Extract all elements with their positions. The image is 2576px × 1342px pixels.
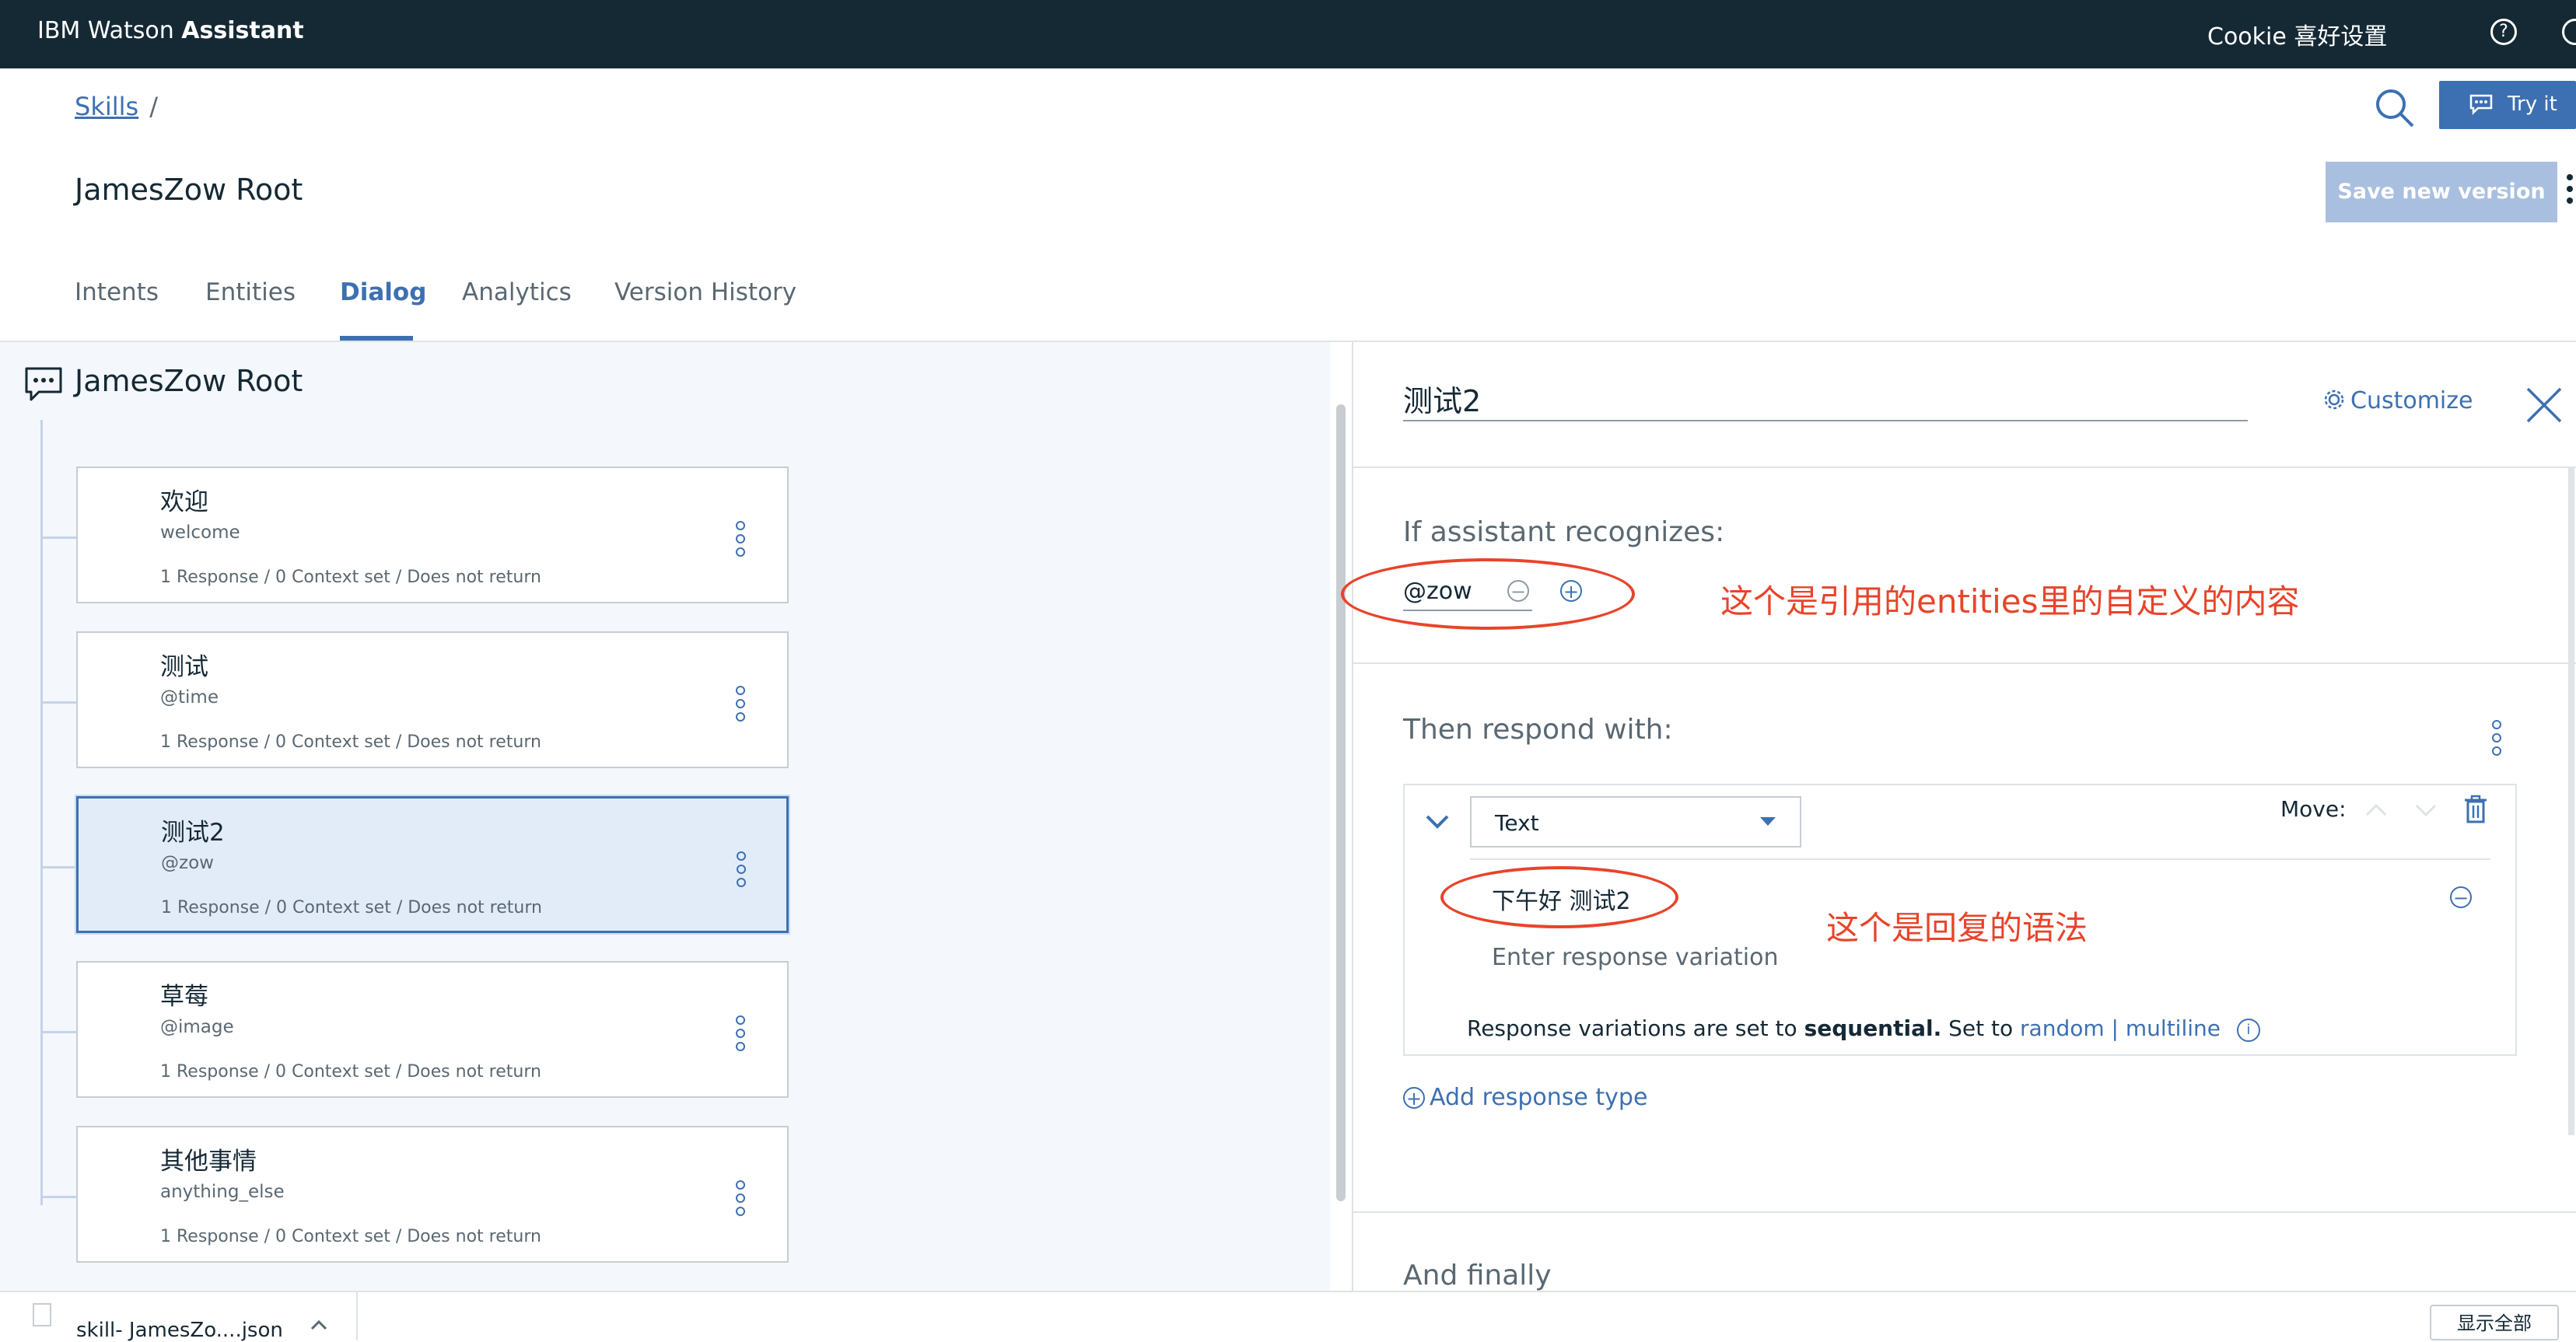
node-condition: @time — [160, 687, 219, 708]
add-circle-icon: + — [1403, 1087, 1425, 1109]
breadcrumb: Skills / — [75, 92, 158, 121]
dialog-node[interactable]: 其他事情 anything_else 1 Response / 0 Contex… — [76, 1126, 789, 1263]
file-icon — [33, 1303, 51, 1326]
node-summary: 1 Response / 0 Context set / Does not re… — [160, 1062, 541, 1082]
search-icon[interactable] — [2374, 87, 2416, 129]
header-overflow-menu[interactable] — [2567, 174, 2573, 209]
customize-link[interactable]: Customize — [2322, 387, 2473, 414]
tree-branch — [42, 1031, 76, 1033]
section-divider — [1353, 467, 2576, 468]
top-bar: IBM Watson Assistant Cookie 喜好设置 ? — [0, 0, 2576, 68]
question-circle-icon[interactable]: ? — [2490, 19, 2517, 45]
random-link[interactable]: random — [2020, 1015, 2105, 1041]
node-overflow-menu[interactable] — [736, 1180, 745, 1220]
dialog-node[interactable]: 草莓 @image 1 Response / 0 Context set / D… — [76, 961, 789, 1098]
page-title: JamesZow Root — [75, 173, 303, 207]
chevron-up-icon[interactable] — [310, 1319, 328, 1331]
respond-overflow-menu[interactable] — [2492, 720, 2501, 756]
response-variation-input[interactable]: Enter response variation — [1492, 944, 1779, 971]
node-overflow-menu[interactable] — [736, 686, 745, 725]
if-recognizes-label: If assistant recognizes: — [1403, 516, 1725, 548]
tree-branch — [42, 866, 76, 868]
tab-intents[interactable]: Intents — [75, 278, 159, 306]
node-name: 其他事情 — [160, 1148, 257, 1176]
response-type-select[interactable]: Text — [1470, 796, 1801, 847]
node-summary: 1 Response / 0 Context set / Does not re… — [161, 898, 542, 917]
chevron-down-icon[interactable] — [1425, 813, 1450, 830]
multiline-link[interactable]: multiline — [2126, 1015, 2221, 1041]
condition-annotation: 这个是引用的entities里的自定义的内容 — [1720, 582, 2300, 620]
dialog-node[interactable]: 欢迎 welcome 1 Response / 0 Context set / … — [76, 467, 789, 603]
tab-dialog[interactable]: Dialog — [340, 278, 426, 306]
try-it-button[interactable]: Try it — [2439, 81, 2576, 129]
node-summary: 1 Response / 0 Context set / Does not re… — [160, 732, 541, 752]
dialog-node-selected[interactable]: 测试2 @zow 1 Response / 0 Context set / Do… — [76, 796, 789, 933]
node-condition: anything_else — [160, 1182, 285, 1202]
breadcrumb-skills-link[interactable]: Skills — [75, 92, 138, 121]
tree-scrollbar[interactable] — [1336, 404, 1346, 1201]
chat-bubble-icon — [25, 367, 62, 401]
caret-down-icon — [1760, 817, 1776, 826]
tree-branch — [42, 536, 76, 539]
gear-icon — [2324, 390, 2344, 410]
move-label: Move: — [2280, 796, 2347, 822]
node-name: 草莓 — [160, 983, 208, 1011]
add-response-type-link[interactable]: + Add response type — [1403, 1084, 1647, 1111]
trash-icon[interactable] — [2462, 795, 2489, 824]
node-name: 欢迎 — [160, 488, 208, 516]
node-condition: @zow — [161, 853, 214, 873]
move-down-icon[interactable] — [2414, 802, 2438, 818]
download-bar: skill- JamesZo....json 显示全部 — [0, 1291, 2576, 1342]
dialog-root-title: JamesZow Root — [75, 364, 303, 398]
move-up-icon[interactable] — [2364, 802, 2388, 818]
try-it-label: Try it — [2508, 93, 2557, 116]
node-overflow-menu[interactable] — [736, 521, 745, 561]
variations-setting: Response variations are set to sequentia… — [1467, 1015, 2260, 1042]
response-annotation: 这个是回复的语法 — [1826, 909, 2088, 947]
editor-scrollbar[interactable] — [2568, 467, 2574, 1135]
node-summary: 1 Response / 0 Context set / Does not re… — [160, 1227, 541, 1246]
node-overflow-menu[interactable] — [736, 1015, 745, 1055]
tab-entities[interactable]: Entities — [205, 278, 296, 306]
node-name: 测试2 — [161, 819, 225, 847]
node-summary: 1 Response / 0 Context set / Does not re… — [160, 568, 541, 587]
response-divider — [1470, 858, 2490, 860]
then-respond-label: Then respond with: — [1403, 714, 1673, 746]
show-all-button[interactable]: 显示全部 — [2430, 1305, 2559, 1340]
tab-analytics[interactable]: Analytics — [462, 278, 572, 306]
annotation-ellipse — [1341, 558, 1635, 630]
remove-variation-icon[interactable]: − — [2450, 886, 2472, 908]
response-type-value: Text — [1495, 810, 1539, 836]
tab-version-history[interactable]: Version History — [614, 278, 796, 306]
close-icon[interactable] — [2525, 386, 2564, 425]
info-icon[interactable]: i — [2236, 1019, 2260, 1042]
tree-branch — [42, 1196, 76, 1198]
app-brand[interactable]: IBM Watson Assistant — [37, 17, 304, 44]
node-condition: @image — [160, 1017, 234, 1037]
dialog-node[interactable]: 测试 @time 1 Response / 0 Context set / Do… — [76, 631, 789, 768]
annotation-ellipse — [1440, 866, 1678, 928]
node-overflow-menu[interactable] — [737, 851, 746, 891]
save-new-version-button[interactable]: Save new version — [2326, 162, 2557, 222]
user-circle-icon[interactable] — [2562, 19, 2576, 45]
and-finally-label: And finally — [1403, 1260, 1552, 1291]
section-divider — [1353, 1211, 2576, 1213]
chat-bubble-icon — [2469, 94, 2493, 115]
tree-branch — [42, 701, 76, 704]
user-preferences[interactable]: Cookie 喜好设置 — [2207, 17, 2387, 51]
node-name-input[interactable] — [1403, 376, 2248, 421]
node-condition: welcome — [160, 522, 240, 543]
download-divider — [356, 1292, 358, 1340]
node-name: 测试 — [160, 653, 208, 681]
section-divider — [1353, 662, 2576, 664]
active-tab-indicator — [340, 336, 413, 341]
